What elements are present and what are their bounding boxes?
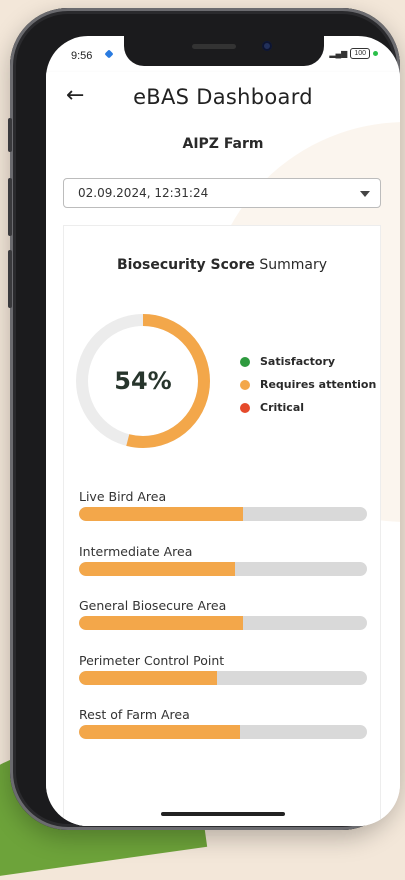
area-score-item: Intermediate Area bbox=[79, 544, 369, 576]
app-bar: ← eBAS Dashboard bbox=[46, 72, 400, 122]
assessment-date-value: 02.09.2024, 12:31:24 bbox=[78, 186, 209, 200]
legend-item: Critical bbox=[240, 396, 376, 419]
area-progress-fill bbox=[79, 561, 235, 576]
area-progress-track bbox=[79, 561, 367, 576]
area-progress-fill bbox=[79, 725, 241, 739]
legend-item: Satisfactory bbox=[240, 350, 376, 373]
area-progress-track bbox=[79, 507, 367, 521]
area-progress-track bbox=[79, 616, 367, 630]
camera bbox=[262, 41, 272, 51]
area-score-item: Perimeter Control Point bbox=[79, 653, 369, 685]
legend-dot bbox=[240, 356, 250, 367]
caret-down-icon bbox=[360, 191, 370, 197]
area-label: Live Bird Area bbox=[79, 489, 167, 504]
area-score-item: Live Bird Area bbox=[79, 489, 369, 521]
area-progress-track bbox=[79, 725, 367, 739]
privacy-indicator-icon bbox=[373, 51, 378, 56]
summary-title: Biosecurity Score Summary bbox=[64, 257, 380, 273]
mute-switch bbox=[8, 118, 12, 152]
area-progress-fill bbox=[79, 507, 244, 521]
area-label: Rest of Farm Area bbox=[79, 707, 190, 722]
area-progress-fill bbox=[79, 670, 218, 685]
phone-frame: 9:56 ▂▄▆ 100 ← eBAS Dashboard AIPZ Farm … bbox=[8, 8, 400, 830]
legend-dot bbox=[240, 379, 250, 390]
area-progress-track bbox=[79, 670, 367, 685]
legend-item: Requires attention bbox=[240, 373, 376, 396]
summary-title-bold: Biosecurity Score bbox=[116, 257, 255, 273]
status-time: 9:56 bbox=[71, 50, 93, 62]
farm-name: AIPZ Farm bbox=[182, 136, 264, 152]
summary-title-rest: Summary bbox=[254, 257, 328, 273]
legend-label: Critical bbox=[260, 401, 305, 414]
area-label: Intermediate Area bbox=[79, 543, 193, 559]
volume-down-button bbox=[8, 250, 12, 308]
signal-icon: ▂▄▆ bbox=[329, 49, 348, 58]
legend-dot bbox=[240, 402, 250, 413]
area-progress-fill bbox=[79, 616, 244, 630]
area-score-item: Rest of Farm Area bbox=[79, 707, 369, 739]
area-score-item: General Biosecure Area bbox=[79, 598, 369, 630]
score-summary-card: Biosecurity Score Summary 54% Satisfacto… bbox=[63, 225, 381, 826]
assessment-date-select[interactable]: 02.09.2024, 12:31:24 bbox=[63, 178, 381, 208]
notification-icon bbox=[104, 49, 114, 59]
page-title: eBAS Dashboard bbox=[133, 85, 313, 109]
legend-label: Satisfactory bbox=[260, 355, 336, 368]
volume-up-button bbox=[8, 178, 12, 236]
status-icons: ▂▄▆ 100 bbox=[329, 48, 378, 59]
notch bbox=[124, 36, 324, 66]
dashboard-content[interactable]: AIPZ Farm 02.09.2024, 12:31:24 Biosecuri… bbox=[46, 122, 400, 826]
area-label: General Biosecure Area bbox=[79, 598, 227, 613]
area-label: Perimeter Control Point bbox=[79, 652, 225, 668]
phone-screen: 9:56 ▂▄▆ 100 ← eBAS Dashboard AIPZ Farm … bbox=[46, 36, 400, 826]
home-indicator[interactable] bbox=[161, 812, 285, 816]
speaker bbox=[192, 44, 236, 49]
score-legend: Satisfactory Requires attention Critical bbox=[240, 350, 376, 419]
battery-icon: 100 bbox=[350, 48, 370, 59]
legend-label: Requires attention bbox=[260, 378, 377, 391]
score-percent: 54% bbox=[114, 367, 172, 395]
